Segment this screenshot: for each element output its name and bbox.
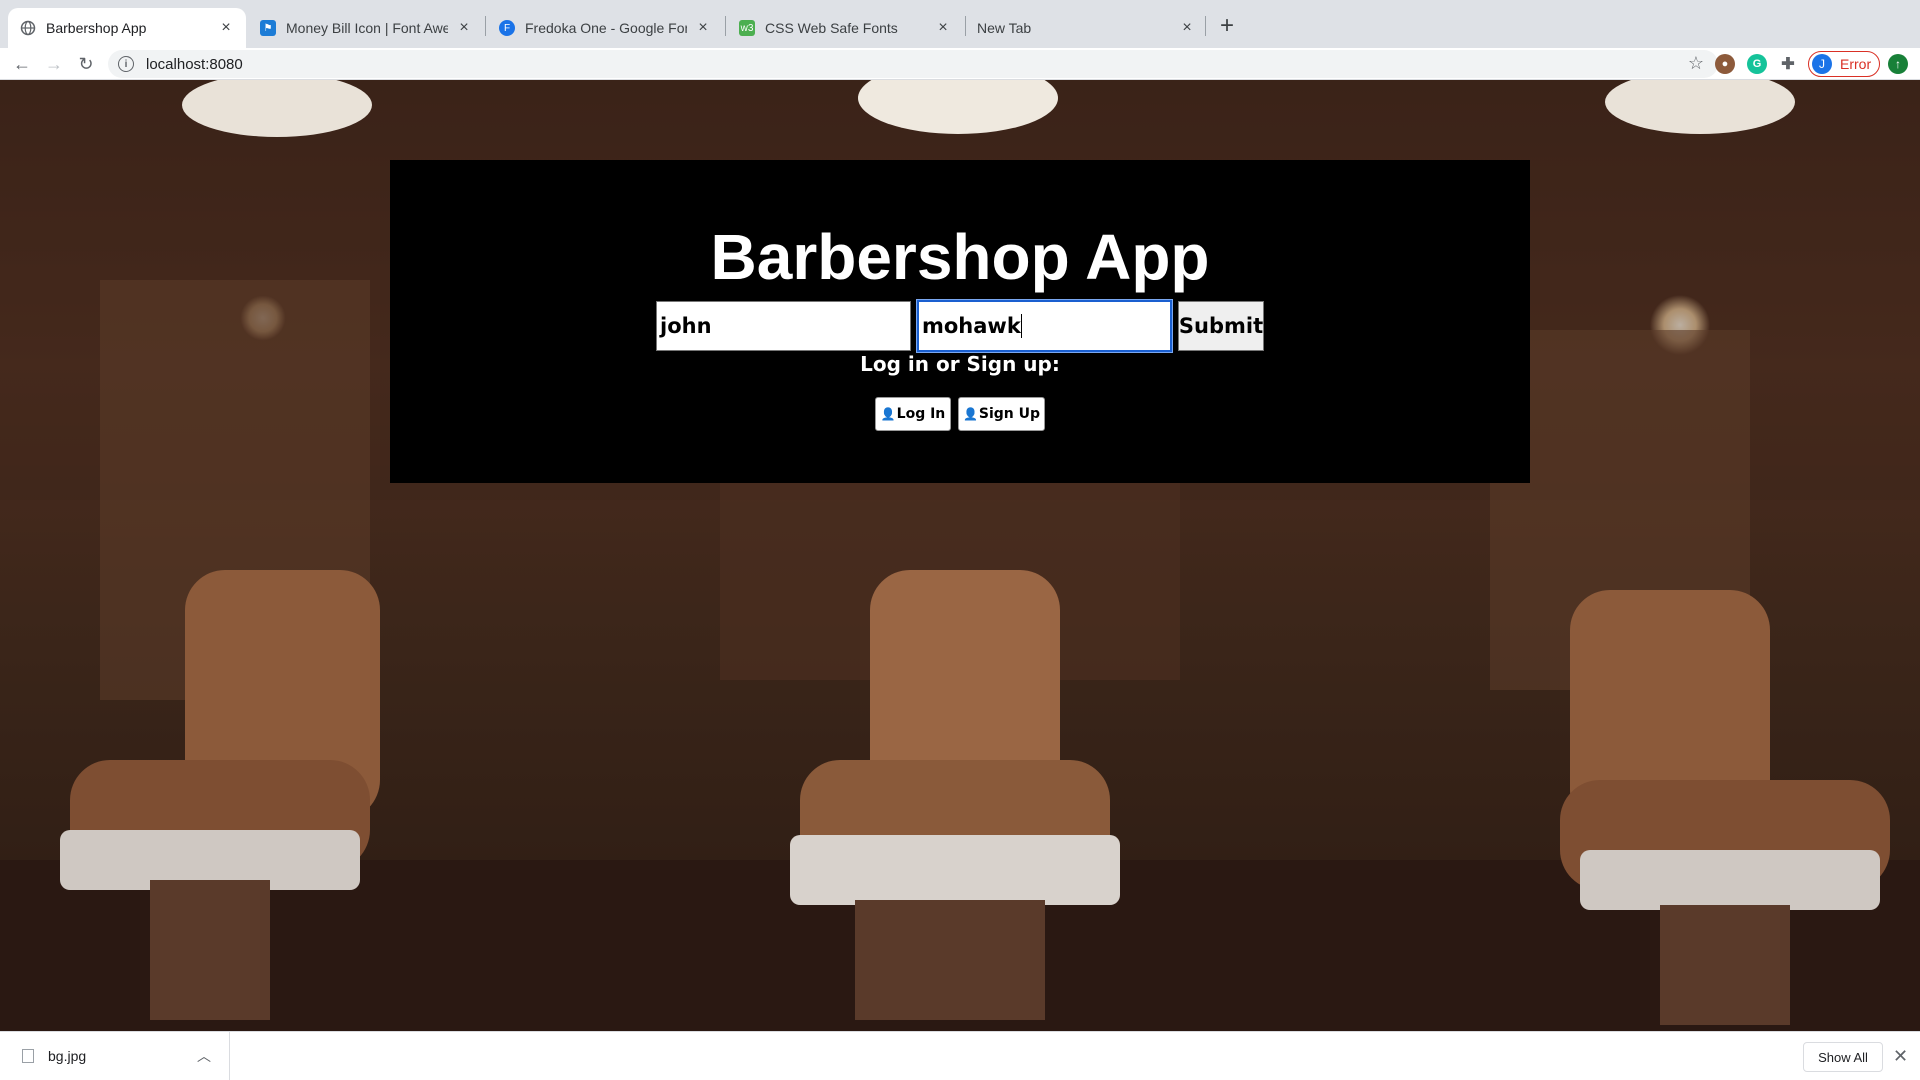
password-input-value: mohawk [922, 314, 1021, 338]
close-tab-icon[interactable]: × [1179, 19, 1195, 36]
login-button[interactable]: 👤 Log In [875, 397, 951, 431]
login-signup-prompt: Log in or Sign up: [860, 352, 1060, 376]
tab-divider [1205, 16, 1206, 36]
download-item[interactable]: bg.jpg ︿ [0, 1032, 230, 1080]
profile-error-status: Error [1840, 56, 1872, 72]
chevron-up-icon[interactable]: ︿ [197, 1046, 211, 1066]
submit-button[interactable]: Submit [1178, 301, 1264, 351]
tab-barbershop-app[interactable]: Barbershop App × [8, 8, 246, 48]
google-fonts-icon: F [499, 20, 515, 36]
user-icon: 👤 [962, 407, 978, 421]
tab-title: CSS Web Safe Fonts [765, 20, 898, 36]
signup-button[interactable]: 👤 Sign Up [958, 397, 1045, 431]
profile-button[interactable]: J Error [1808, 51, 1880, 77]
avatar: J [1812, 54, 1832, 74]
forward-arrow-icon[interactable]: → [42, 52, 66, 76]
tab-divider [725, 16, 726, 36]
tab-title: Barbershop App [46, 20, 147, 36]
download-bar: bg.jpg ︿ Show All ✕ [0, 1031, 1920, 1080]
file-icon [22, 1049, 34, 1063]
address-bar[interactable]: i localhost:8080 ☆ [108, 50, 1718, 78]
reload-icon[interactable]: ↻ [74, 52, 98, 76]
tab-new-tab[interactable]: New Tab × [963, 8, 1207, 48]
back-arrow-icon[interactable]: ← [10, 52, 34, 76]
new-tab-button[interactable]: + [1213, 12, 1241, 40]
tab-divider [485, 16, 486, 36]
font-awesome-flag-icon: ⚑ [260, 20, 276, 36]
password-input[interactable]: mohawk [917, 300, 1172, 352]
tab-google-fonts[interactable]: F Fredoka One - Google Fonts × [487, 8, 723, 48]
login-button-label: Log In [896, 406, 946, 422]
url-text: localhost:8080 [146, 55, 243, 73]
page-title: Barbershop App [710, 221, 1210, 293]
signup-button-label: Sign Up [978, 406, 1041, 422]
grammarly-extension-icon[interactable]: G [1747, 54, 1767, 74]
close-tab-icon[interactable]: × [695, 19, 711, 36]
tab-title: Fredoka One - Google Fonts [525, 20, 687, 36]
show-all-button[interactable]: Show All [1803, 1042, 1883, 1072]
tab-strip: Barbershop App × ⚑ Money Bill Icon | Fon… [0, 0, 1920, 48]
download-file-name: bg.jpg [48, 1048, 87, 1064]
tab-title: Money Bill Icon | Font Awesome [286, 20, 448, 36]
tab-css-web-safe-fonts[interactable]: w3 CSS Web Safe Fonts × [727, 8, 963, 48]
username-input[interactable]: john [656, 301, 911, 351]
close-tab-icon[interactable]: × [456, 19, 472, 36]
close-icon[interactable]: ✕ [1893, 1046, 1908, 1067]
globe-icon [20, 20, 36, 36]
w3schools-icon: w3 [739, 20, 755, 36]
user-icon: 👤 [880, 407, 896, 421]
extensions-puzzle-icon[interactable]: ✚ [1778, 54, 1798, 74]
close-tab-icon[interactable]: × [218, 19, 234, 36]
text-cursor [1020, 314, 1022, 338]
page-viewport: Barbershop App [0, 80, 1920, 1031]
cookie-extension-icon[interactable]: ● [1715, 54, 1735, 74]
tab-title: New Tab [977, 20, 1032, 36]
bookmark-star-icon[interactable]: ☆ [1688, 53, 1704, 74]
update-arrow-icon[interactable]: ↑ [1888, 54, 1908, 74]
close-tab-icon[interactable]: × [935, 19, 951, 36]
site-info-icon[interactable]: i [118, 56, 134, 72]
browser-toolbar: ← → ↻ i localhost:8080 ☆ ● G ✚ J Error ↑ [0, 48, 1920, 80]
tab-font-awesome[interactable]: ⚑ Money Bill Icon | Font Awesome × [248, 8, 484, 48]
